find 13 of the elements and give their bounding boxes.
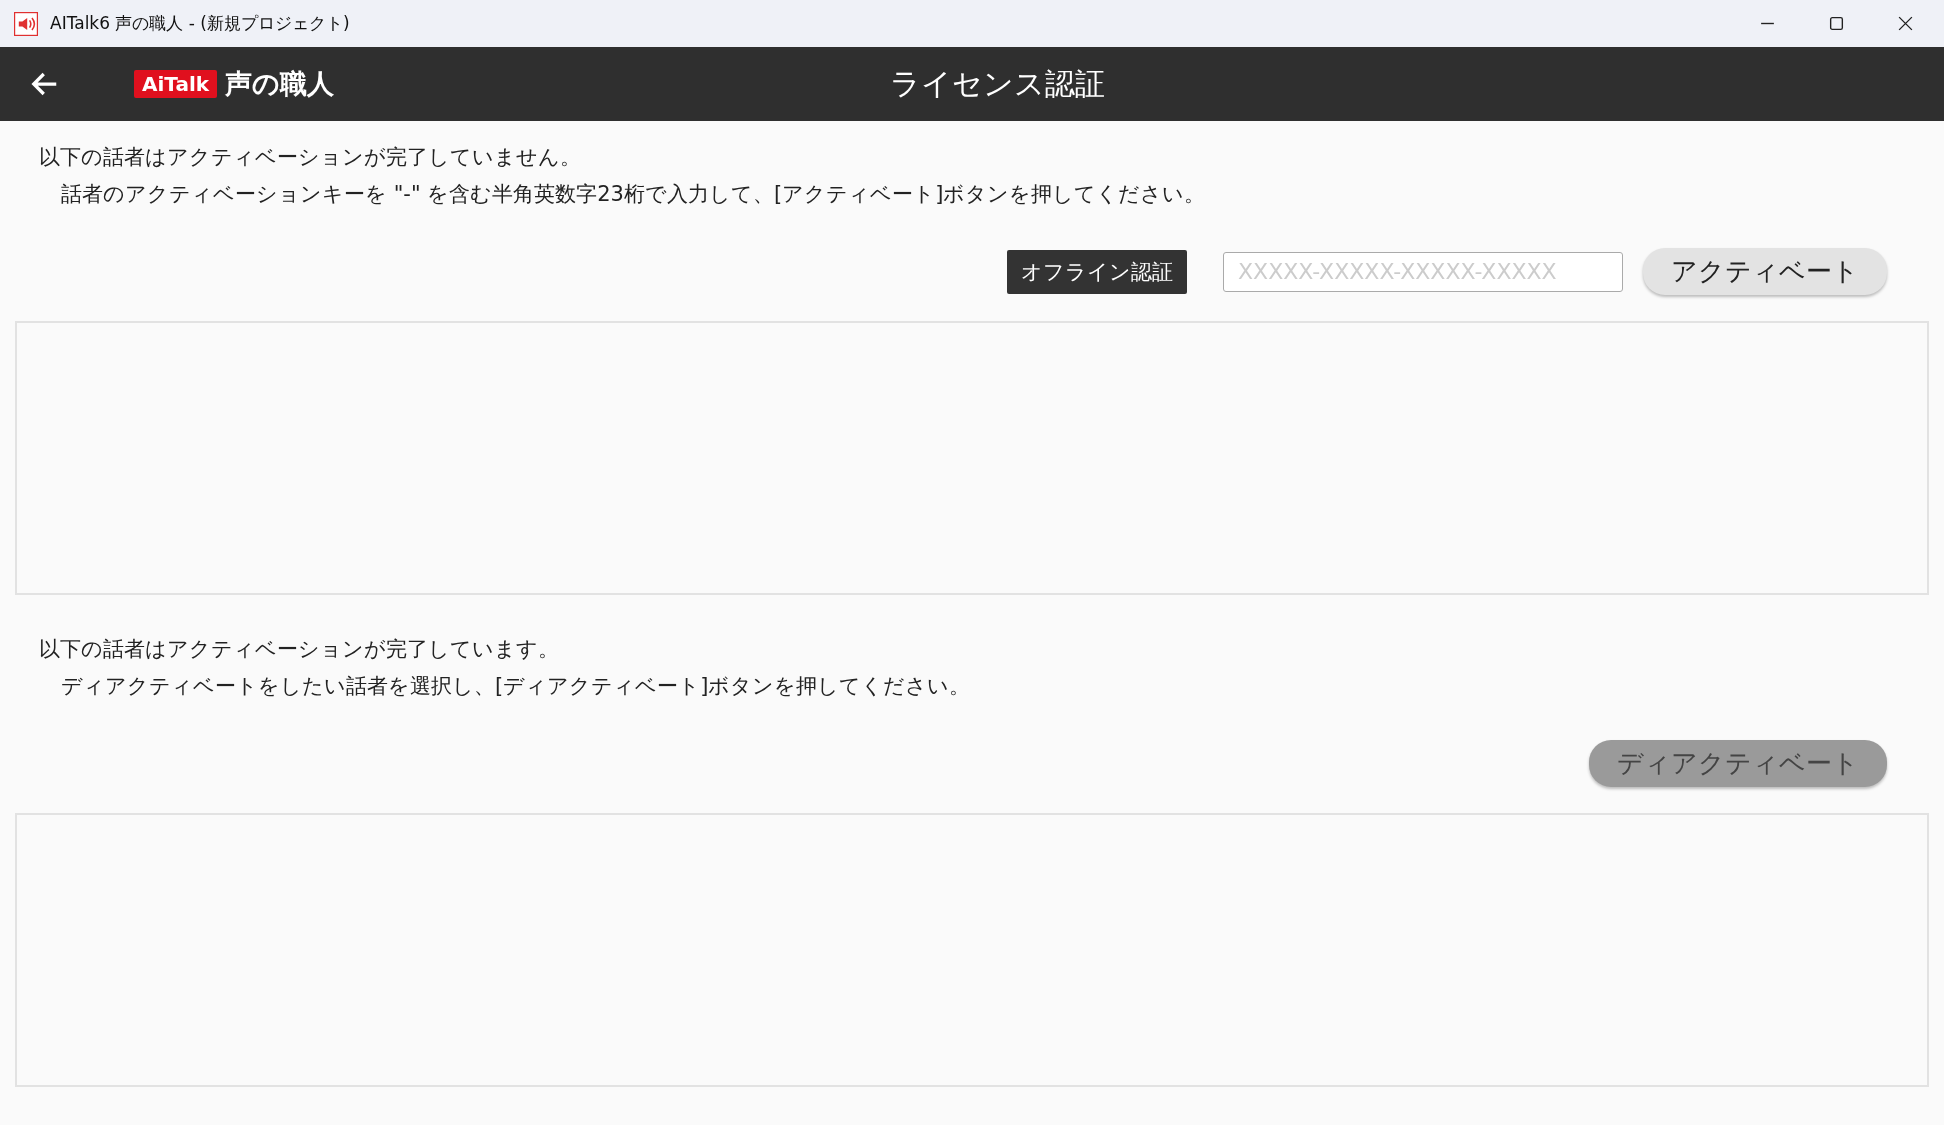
instruction-text: 以下の話者はアクティベーションが完了していません。 <box>39 144 582 171</box>
instruction-text: 以下の話者はアクティベーションが完了しています。 <box>39 636 560 663</box>
logo-text: 声の職人 <box>225 67 335 101</box>
offline-auth-button[interactable]: オフライン認証 <box>1007 249 1187 294</box>
speaker-icon <box>14 11 38 36</box>
logo-badge: AiTalk <box>134 70 218 98</box>
maximize-icon[interactable] <box>1828 15 1845 32</box>
close-icon[interactable] <box>1897 15 1914 32</box>
page-title: ライセンス認証 <box>888 64 1105 103</box>
activate-button[interactable]: アクティベート <box>1643 248 1887 295</box>
window-title: AITalk6 声の職人 - (新規プロジェクト) <box>50 12 350 35</box>
instruction-text: ディアクティベートをしたい話者を選択し、[ディアクティベート]ボタンを押してください。 <box>60 673 972 700</box>
instruction-text: 話者のアクティベーションキーを "-" を含む半角英数字23桁で入力して、[アクティベート]ボタンを押してください。 <box>60 181 1207 208</box>
